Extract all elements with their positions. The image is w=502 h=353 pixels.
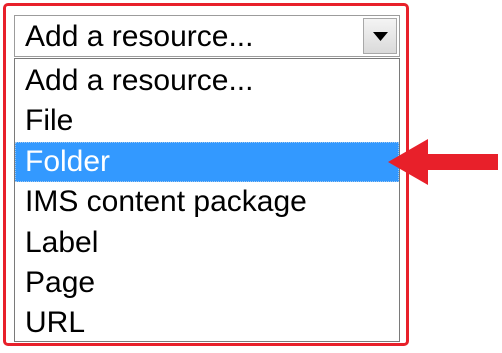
select-current-value: Add a resource...: [25, 20, 254, 53]
dropdown-toggle-button[interactable]: [363, 18, 397, 54]
option-label[interactable]: Label: [15, 223, 399, 263]
option-folder[interactable]: Folder: [15, 141, 399, 183]
chevron-down-icon: [373, 32, 388, 41]
option-file[interactable]: File: [15, 101, 399, 141]
resource-picker-screenshot: Add a resource... Add a resource... File…: [0, 0, 502, 353]
dropdown-options-list[interactable]: Add a resource... File Folder IMS conten…: [14, 58, 400, 342]
option-page[interactable]: Page: [15, 263, 399, 303]
option-url[interactable]: URL: [15, 303, 399, 343]
option-add-a-resource[interactable]: Add a resource...: [15, 61, 399, 101]
left-arrow-icon: [388, 139, 498, 185]
option-ims-content-package[interactable]: IMS content package: [15, 182, 399, 222]
add-resource-select[interactable]: Add a resource...: [14, 15, 400, 57]
